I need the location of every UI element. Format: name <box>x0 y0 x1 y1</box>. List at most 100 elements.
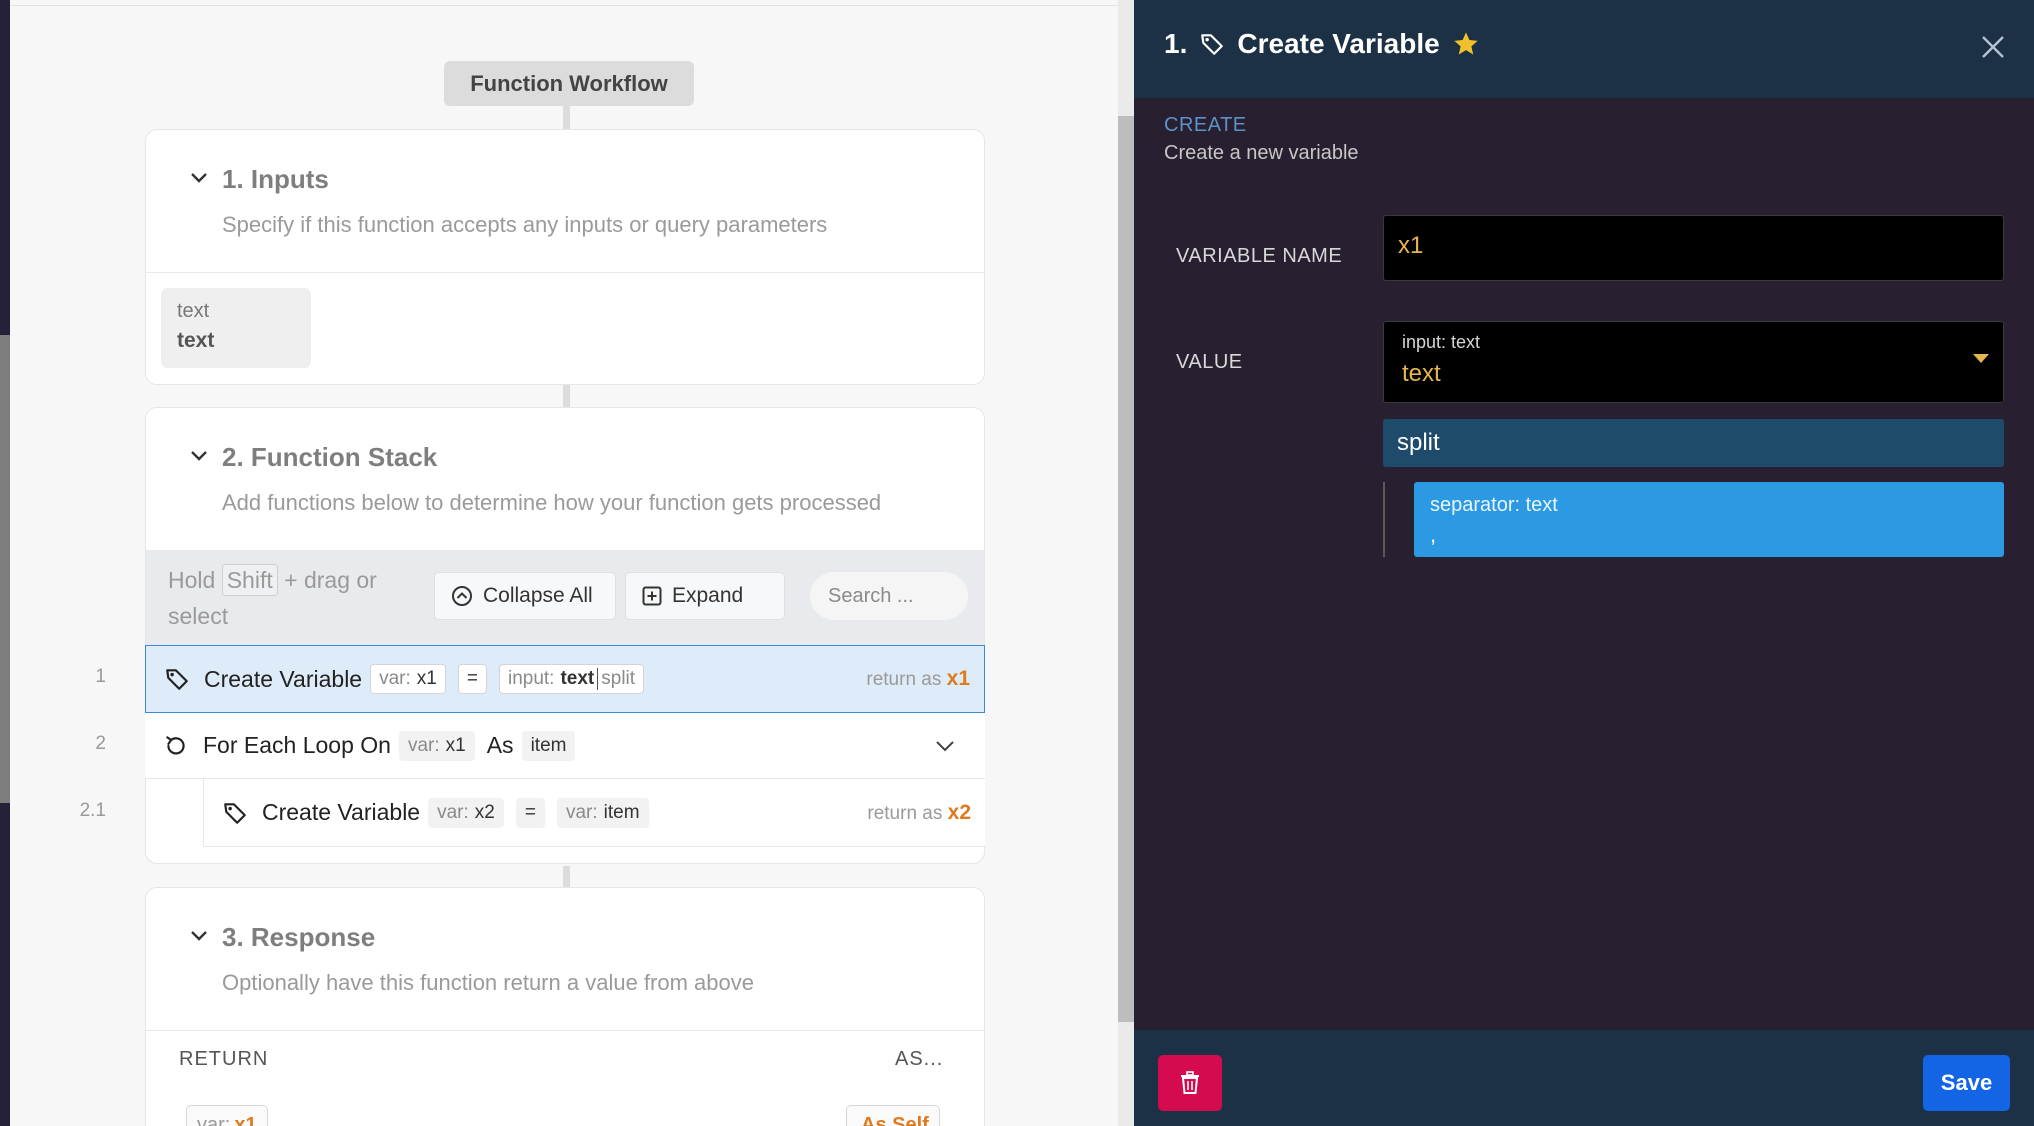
step-returns: return as x2 <box>867 801 971 825</box>
inputs-card: 1. Inputs Specify if this function accep… <box>145 129 985 385</box>
card-divider <box>146 1030 984 1031</box>
input-type: text <box>177 300 210 322</box>
edit-step-panel: 1. Create Variable CREATE Create a new v… <box>1134 0 2034 1126</box>
value-select[interactable]: input: text text <box>1383 321 2004 403</box>
function-stack-description: Add functions below to determine how you… <box>222 490 882 515</box>
close-icon[interactable] <box>1978 32 2008 62</box>
delete-button[interactable] <box>1158 1055 1222 1111</box>
tag-icon <box>1201 34 1224 55</box>
step-name: For Each Loop On <box>203 732 391 758</box>
var-pill-value: x2 <box>474 801 495 823</box>
scrollbar-thumb[interactable] <box>1118 116 1134 1022</box>
value-type: input: text <box>1402 332 1481 352</box>
canvas-top-border <box>10 5 1118 6</box>
expand-label: Expand <box>672 584 744 607</box>
response-value-chip[interactable]: var: x1 <box>186 1105 268 1126</box>
panel-step-number: 1. <box>1164 28 1188 59</box>
connector-line <box>563 106 570 130</box>
var-pill-label: var: <box>379 668 411 689</box>
save-button[interactable]: Save <box>1923 1055 2010 1111</box>
stack-toolbar: Hold Shift + drag or select Collapse All… <box>146 550 984 645</box>
chevron-down-icon[interactable] <box>188 167 210 189</box>
response-as-chip[interactable]: As Self <box>846 1105 940 1126</box>
trash-icon <box>1181 1071 1199 1094</box>
panel-title-text: Create Variable <box>1237 28 1440 59</box>
panel-subdescription: Create a new variable <box>1164 142 1359 164</box>
caret-down-icon[interactable] <box>1973 354 1989 363</box>
response-value-label: var: <box>197 1113 231 1126</box>
as-label: As <box>486 732 514 758</box>
connector-line <box>563 385 570 409</box>
function-stack-title: 2. Function Stack <box>222 442 438 472</box>
star-icon[interactable] <box>1452 30 1480 58</box>
card-divider <box>146 272 984 273</box>
inputs-title: 1. Inputs <box>222 164 329 194</box>
equals-pill: = <box>457 664 487 694</box>
step-number: 1 <box>95 666 106 687</box>
drag-hint-prefix: Hold <box>168 567 216 593</box>
step-row-create-variable-1[interactable]: Create Variable var: x1 = input: text split… <box>145 645 985 713</box>
step-row-for-each-loop[interactable]: For Each Loop On var: x1 As item <box>145 713 985 779</box>
variable-name-label: VARIABLE NAME <box>1176 245 1343 267</box>
returns-label: return as <box>867 802 943 824</box>
returns-label: return as <box>866 669 942 690</box>
step-number: 2 <box>95 733 106 754</box>
step-name: Create Variable <box>204 665 363 692</box>
left-edge-scroll-segment <box>0 335 10 803</box>
value-pill-label: input: <box>507 668 555 689</box>
item-pill-value: item <box>530 734 567 756</box>
chevron-down-icon[interactable] <box>188 445 210 467</box>
var-pill-label: var: <box>437 801 469 823</box>
value-pill[interactable]: input: text split <box>498 664 645 694</box>
collapse-all-button[interactable]: Collapse All <box>434 572 616 620</box>
var-pill[interactable]: var: x1 <box>370 664 446 694</box>
panel-footer: Save <box>1134 1030 2034 1126</box>
stack-search-input[interactable]: Search ... <box>810 572 968 620</box>
tag-icon <box>166 669 188 690</box>
var-pill-value: x1 <box>445 734 466 756</box>
inputs-description: Specify if this function accepts any inp… <box>222 212 828 237</box>
chevron-down-icon[interactable] <box>933 734 957 758</box>
panel-header: 1. Create Variable <box>1134 0 2034 98</box>
collapse-all-label: Collapse All <box>483 584 593 607</box>
as-column-header: AS... <box>895 1048 944 1070</box>
response-as-value: As Self <box>861 1113 929 1126</box>
connector-line <box>563 866 570 888</box>
collapse-icon <box>452 586 472 606</box>
expand-button[interactable]: Expand <box>625 572 785 620</box>
value-pill-value: text <box>560 668 595 689</box>
workflow-canvas: Function Workflow 1. Inputs Specify if t… <box>10 0 1118 1126</box>
value-pill-label: var: <box>565 801 598 823</box>
filter-name: split <box>597 668 635 690</box>
var-pill[interactable]: var: x1 <box>398 730 475 761</box>
var-pill[interactable]: var: x2 <box>428 797 504 828</box>
drag-hint: Hold Shift + drag or select <box>168 562 428 634</box>
value-label: VALUE <box>1176 351 1243 373</box>
stack-card-bottom <box>145 847 985 864</box>
chevron-down-icon[interactable] <box>188 925 210 947</box>
canvas-scrollbar[interactable] <box>1118 0 1134 1126</box>
expand-icon <box>642 586 662 606</box>
return-column-header: RETURN <box>179 1048 269 1070</box>
value-pill[interactable]: var: item <box>556 797 649 828</box>
separator-param[interactable]: separator: text , <box>1414 482 2004 557</box>
variable-name-input[interactable]: x1 <box>1383 215 2004 281</box>
separator-param-value: , <box>1430 522 1437 547</box>
filter-nest-line <box>1383 482 1385 557</box>
var-pill-label: var: <box>407 734 440 756</box>
response-card: 3. Response Optionally have this functio… <box>145 887 985 1126</box>
loop-icon <box>166 735 185 755</box>
step-number: 2.1 <box>79 800 106 821</box>
step-name: Create Variable <box>262 799 421 825</box>
var-pill-value: x1 <box>416 668 437 689</box>
input-item[interactable]: text text <box>161 288 311 368</box>
item-pill[interactable]: item <box>521 730 576 761</box>
value-selected: text <box>1402 360 1441 387</box>
left-edge-strip <box>0 0 10 1126</box>
filter-split[interactable]: split <box>1383 419 2004 467</box>
variable-name-value: x1 <box>1398 232 1424 259</box>
step-row-create-variable-2-1[interactable]: Create Variable var: x2 = var: item return… <box>203 779 985 847</box>
panel-subhead: CREATE <box>1164 114 1247 136</box>
returns-value: x2 <box>947 800 971 824</box>
value-pill-value: item <box>603 801 640 823</box>
